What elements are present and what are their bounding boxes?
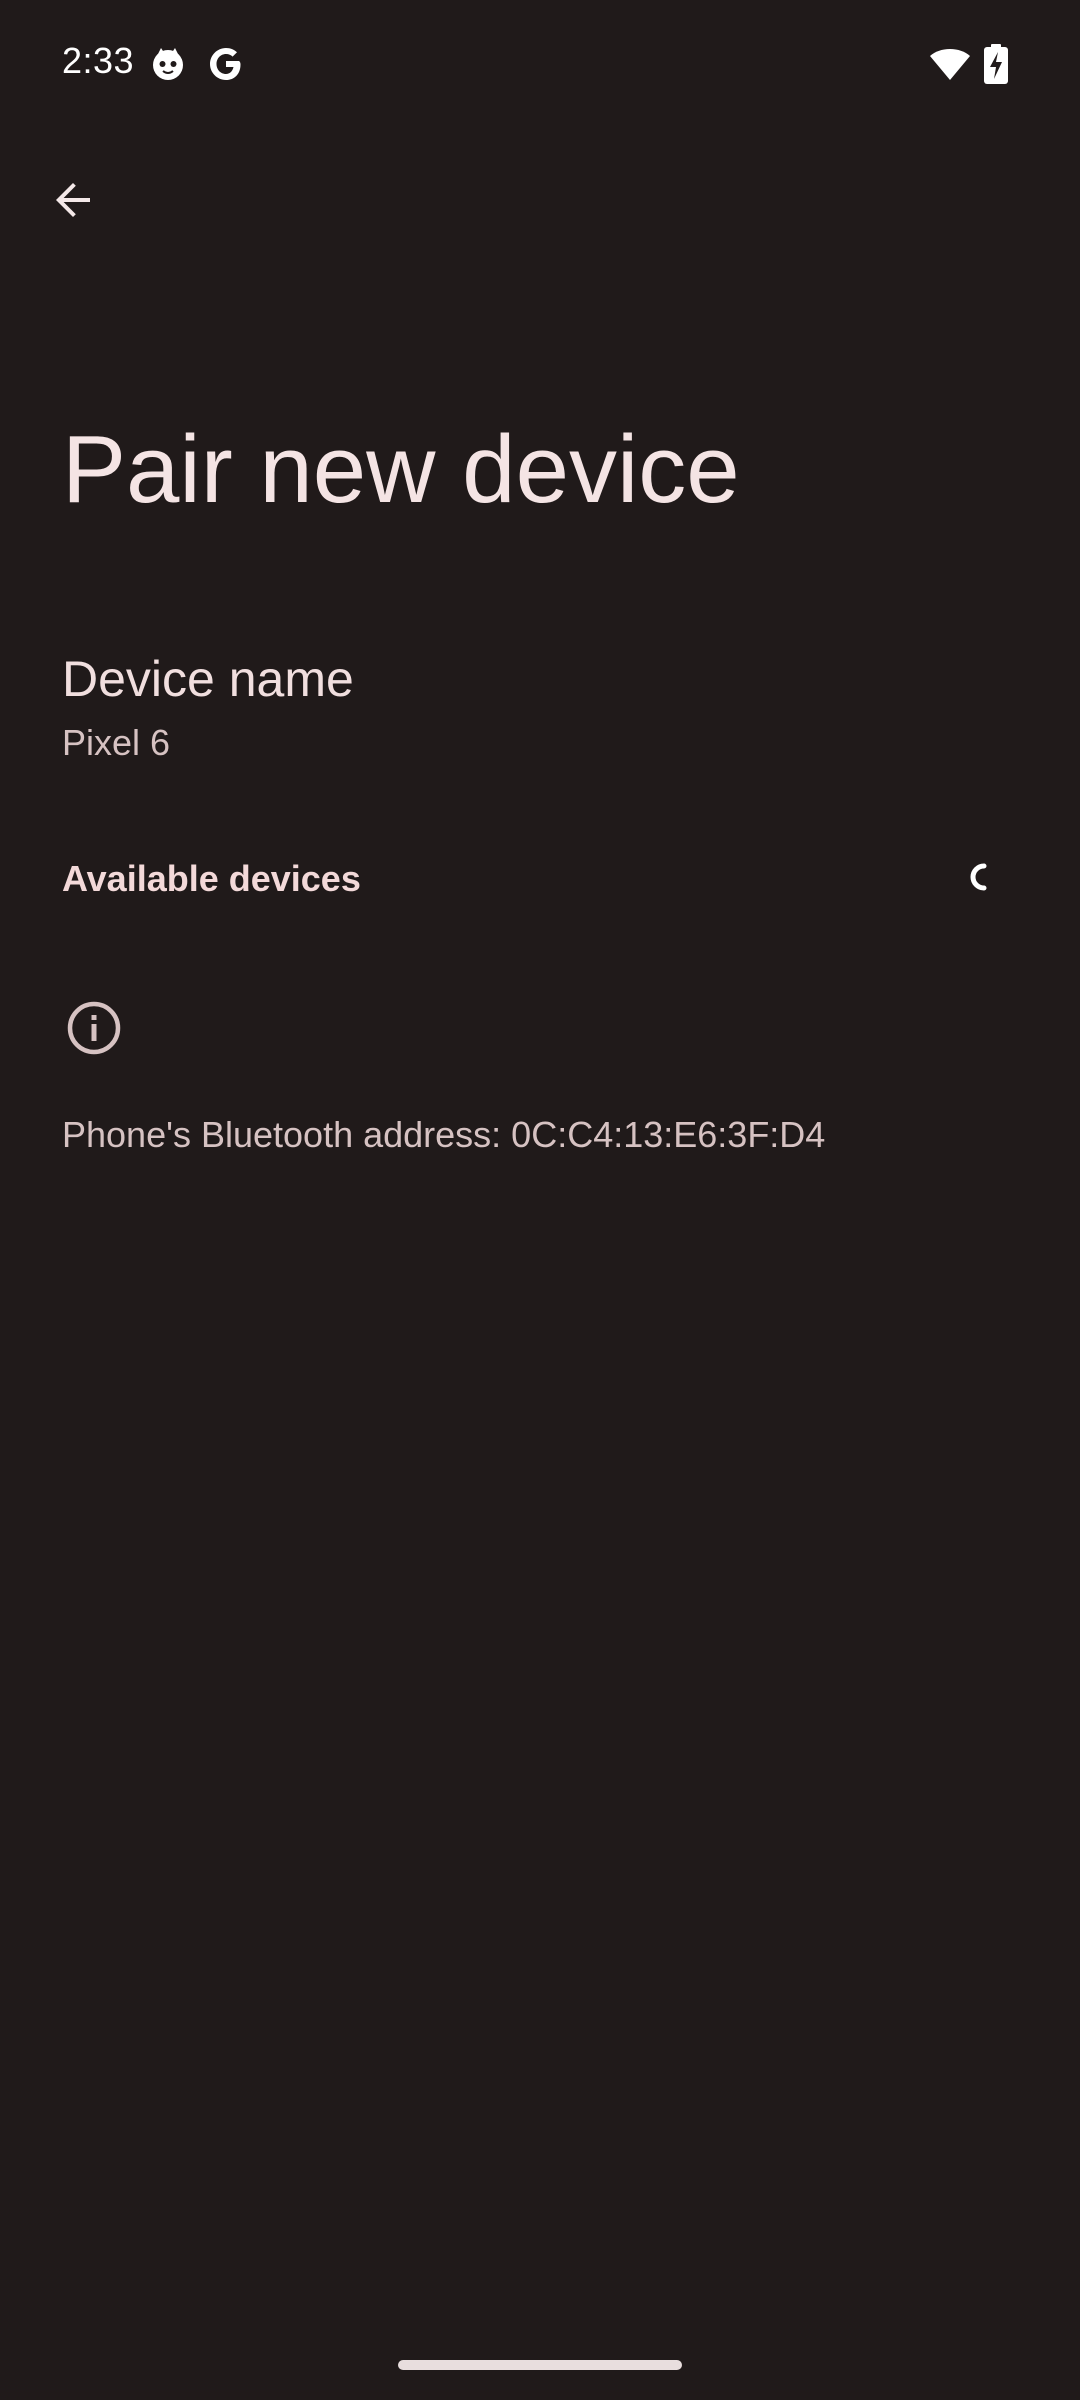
available-devices-header: Available devices <box>0 850 1080 910</box>
cat-notification-icon <box>148 44 188 84</box>
google-icon <box>206 44 246 84</box>
back-button[interactable] <box>34 160 114 240</box>
status-time: 2:33 <box>62 40 135 81</box>
battery-charging-icon <box>982 44 1010 84</box>
bluetooth-address-text: Phone's Bluetooth address: 0C:C4:13:E6:3… <box>62 1114 826 1155</box>
device-name-title: Device name <box>62 651 354 707</box>
wifi-icon <box>928 44 972 84</box>
navigation-handle[interactable] <box>398 2360 682 2370</box>
available-devices-title: Available devices <box>62 858 361 899</box>
progress-spinner-icon <box>970 862 994 892</box>
pair-new-device-screen: 2:33 Pair new device Device name Pixel 6… <box>0 0 1080 2400</box>
info-icon <box>64 998 124 1058</box>
arrow-back-icon <box>56 183 90 217</box>
page-title: Pair new device <box>62 416 740 523</box>
status-bar: 2:33 <box>0 0 1080 128</box>
device-name-value: Pixel 6 <box>62 722 171 763</box>
device-name-preference[interactable]: Device name Pixel 6 <box>0 630 1080 780</box>
